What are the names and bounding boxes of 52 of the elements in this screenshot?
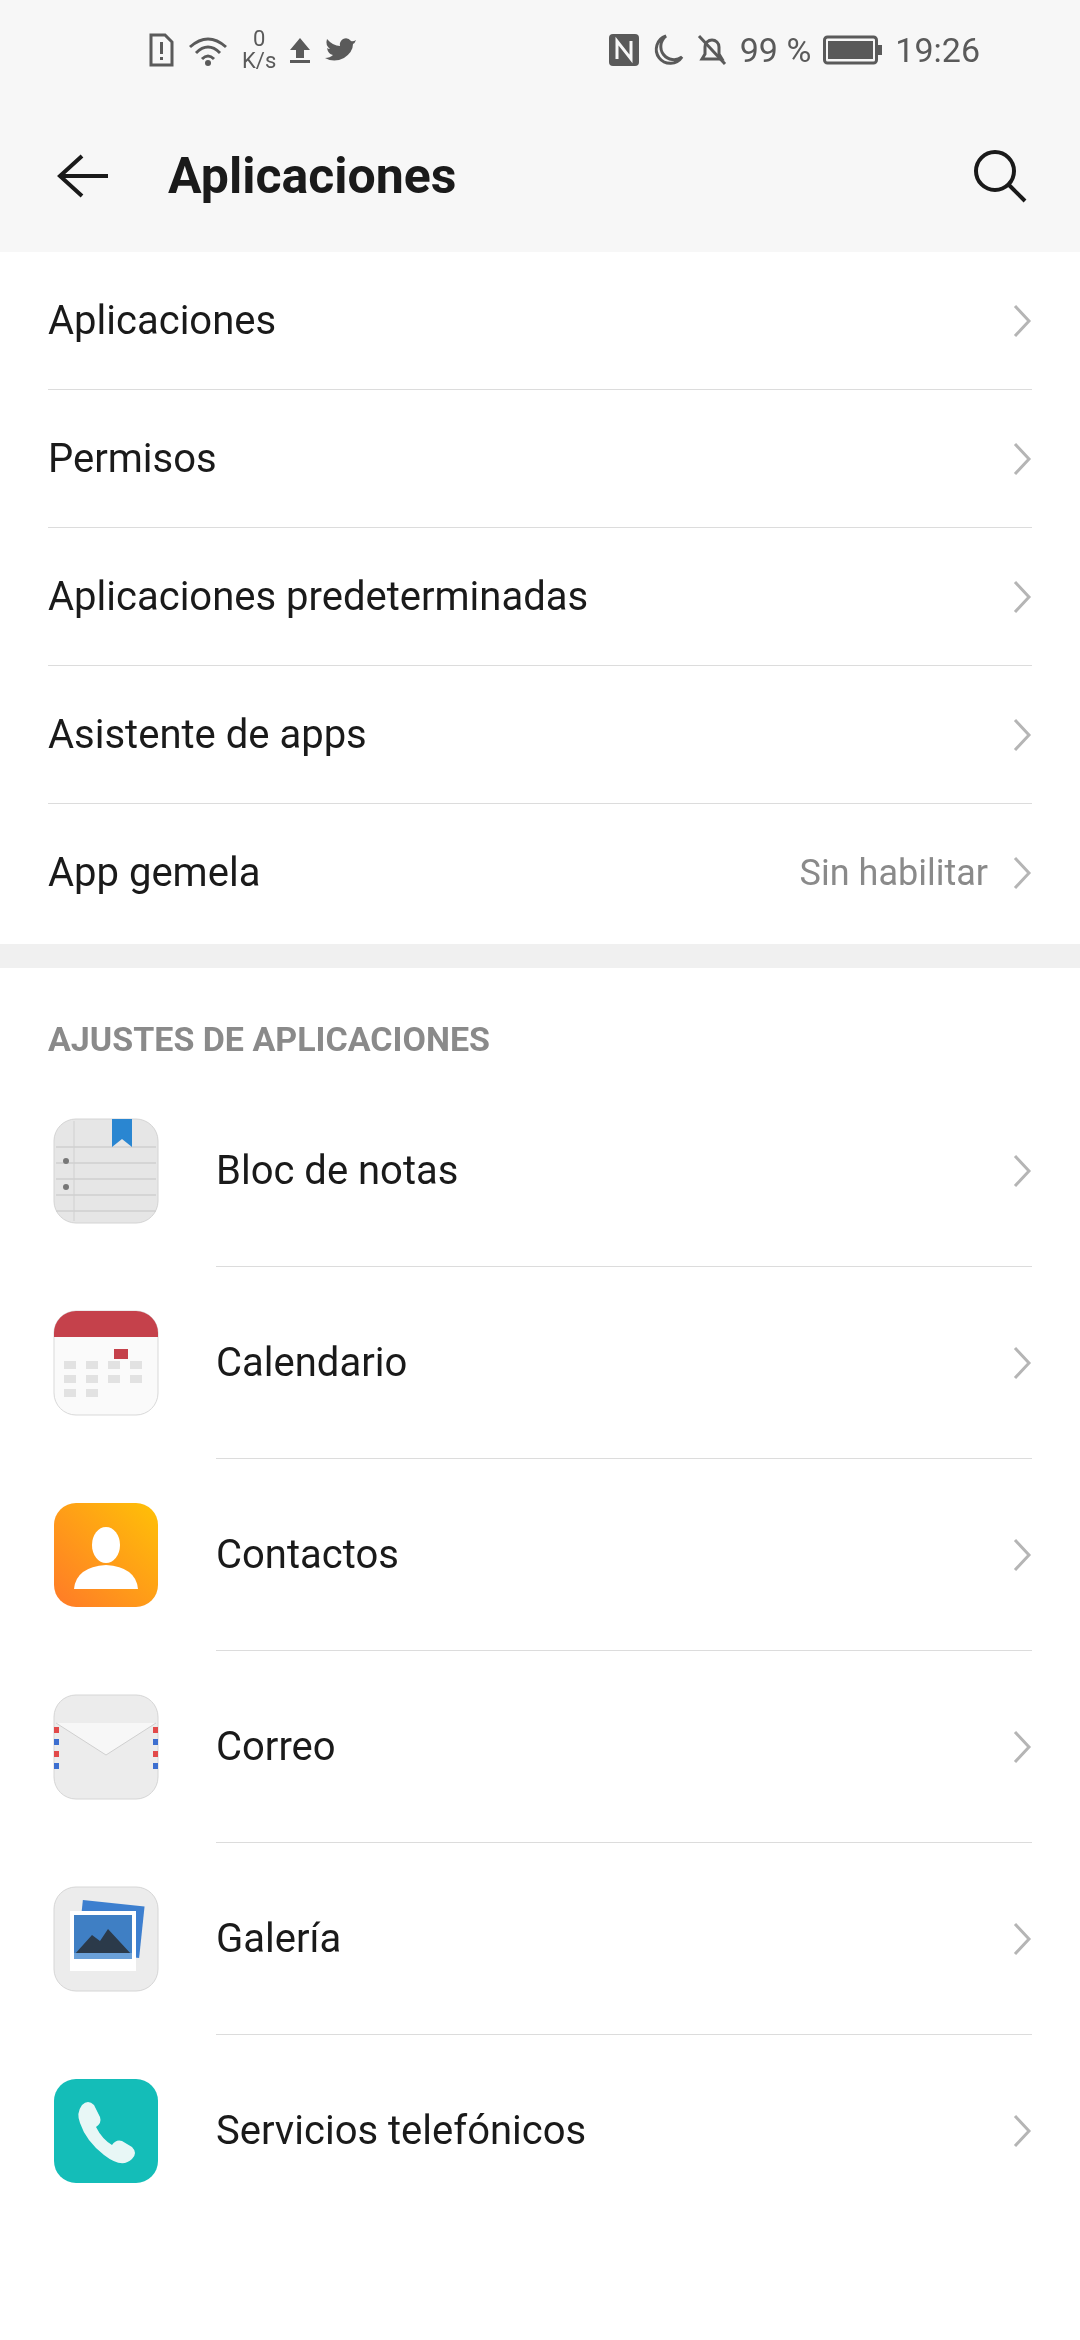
menu-item[interactable]: Asistente de apps (48, 666, 1032, 804)
chevron-right-icon (1012, 2113, 1032, 2149)
network-speed-value: 0 (252, 28, 266, 50)
chevron-right-icon (1012, 1728, 1032, 1765)
phone-icon (52, 2077, 160, 2185)
chevron-right-icon (1012, 1344, 1032, 1381)
person-icon (52, 1501, 160, 1609)
app-item[interactable]: Servicios telefónicos (52, 2035, 1032, 2227)
app-name: Galería (216, 1913, 343, 1964)
bell-off-icon (695, 33, 728, 67)
upload-icon (288, 36, 313, 64)
menu-item-label: Aplicaciones predeterminadas (48, 571, 590, 622)
nfc-icon (607, 33, 640, 67)
app-item[interactable]: Contactos (52, 1459, 1032, 1651)
section-header: AJUSTES DE APLICACIONES (48, 1019, 490, 1059)
menu-item-label: App gemela (48, 848, 262, 898)
menu-item-value: Sin habilitar (799, 851, 988, 896)
menu-item[interactable]: Permisos (48, 390, 1032, 528)
menu-item-label: Aplicaciones (48, 295, 278, 346)
envelope-icon (52, 1693, 160, 1801)
chevron-right-icon (1012, 1152, 1032, 1189)
chevron-right-icon (1012, 578, 1032, 615)
search-icon (971, 147, 1029, 205)
menu-item[interactable]: App gemela Sin habilitar (48, 804, 1032, 942)
app-name: Correo (216, 1721, 337, 1772)
app-item[interactable]: Bloc de notas (52, 1075, 1032, 1267)
menu-item-label: Permisos (48, 433, 218, 484)
battery-percentage: 99 % (739, 28, 812, 72)
chevron-right-icon (1012, 1920, 1032, 1957)
app-item[interactable]: Correo (52, 1651, 1032, 1843)
app-name: Bloc de notas (216, 1145, 460, 1196)
sim-alert-icon (148, 33, 174, 67)
notepad-icon (52, 1117, 160, 1225)
chevron-right-icon (1012, 440, 1032, 477)
battery-icon (823, 35, 884, 65)
app-name: Contactos (216, 1529, 400, 1580)
app-item[interactable]: Galería (52, 1843, 1032, 2035)
page-title: Aplicaciones (168, 145, 458, 207)
photos-icon (52, 1885, 160, 1993)
menu-item-label: Asistente de apps (48, 709, 368, 760)
chevron-right-icon (1012, 302, 1032, 339)
menu-item[interactable]: Aplicaciones predeterminadas (48, 528, 1032, 666)
app-item[interactable]: Calendario (52, 1267, 1032, 1459)
chevron-right-icon (1012, 1536, 1032, 1573)
network-speed-unit: K/s (242, 50, 277, 72)
menu-item[interactable]: Aplicaciones (48, 252, 1032, 390)
chevron-right-icon (1012, 855, 1032, 891)
app-name: Servicios telefónicos (216, 2106, 588, 2156)
app-name: Calendario (216, 1337, 409, 1388)
chevron-right-icon (1012, 716, 1032, 753)
clock-time: 19:26 (895, 28, 980, 72)
calendar-icon (52, 1309, 160, 1417)
